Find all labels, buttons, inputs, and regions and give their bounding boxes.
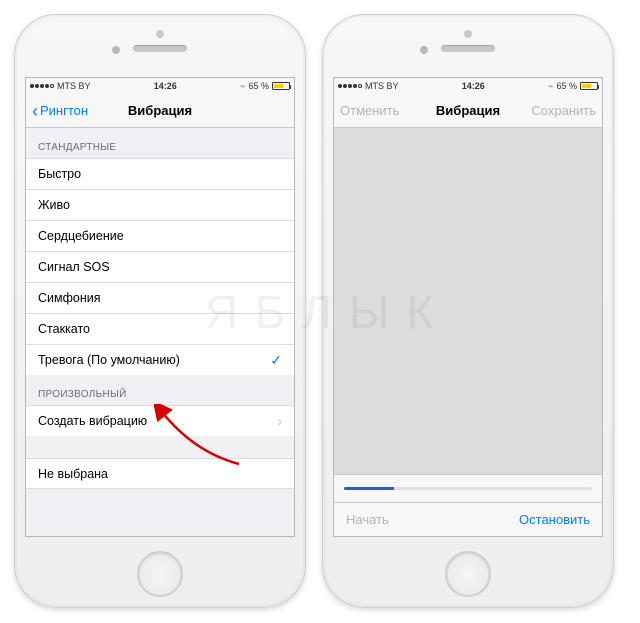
bluetooth-icon: ⌁ bbox=[548, 81, 553, 92]
list-item-label: Сердцебиение bbox=[38, 229, 124, 243]
battery-icon bbox=[580, 82, 598, 90]
cancel-button[interactable]: Отменить bbox=[340, 103, 399, 118]
clock-label: 14:26 bbox=[462, 81, 485, 91]
editor-toolbar: Начать Остановить bbox=[334, 502, 602, 536]
nav-bar: ‹ Рингтон Вибрация bbox=[26, 94, 294, 128]
back-label: Рингтон bbox=[40, 103, 88, 118]
list-item-label: Быстро bbox=[38, 167, 81, 181]
list-item-label: Симфония bbox=[38, 291, 101, 305]
progress-track bbox=[344, 487, 592, 490]
list-item-selected[interactable]: Тревога (По умолчанию) ✓ bbox=[26, 344, 294, 375]
list-content[interactable]: СТАНДАРТНЫЕ Быстро Живо Сердцебиение Сиг… bbox=[26, 128, 294, 536]
battery-pct-label: 65 % bbox=[248, 81, 269, 91]
speaker-grille bbox=[441, 45, 495, 52]
nav-bar: Отменить Вибрация Сохранить bbox=[334, 94, 602, 128]
list-item-label: Живо bbox=[38, 198, 70, 212]
signal-dots-icon bbox=[338, 84, 362, 88]
clock-label: 14:26 bbox=[154, 81, 177, 91]
sensor-dot bbox=[464, 30, 472, 38]
list-item[interactable]: Симфония bbox=[26, 282, 294, 313]
battery-pct-label: 65 % bbox=[556, 81, 577, 91]
phone-left: MTS BY 14:26 ⌁ 65 % ‹ Рингтон Вибрация С… bbox=[14, 14, 306, 608]
list-item[interactable]: Стаккато bbox=[26, 313, 294, 344]
none-label: Не выбрана bbox=[38, 467, 108, 481]
list-item-label: Тревога (По умолчанию) bbox=[38, 353, 180, 367]
list-item-label: Сигнал SOS bbox=[38, 260, 110, 274]
front-camera bbox=[420, 46, 428, 54]
status-bar: MTS BY 14:26 ⌁ 65 % bbox=[26, 78, 294, 94]
progress-row bbox=[334, 474, 602, 502]
stop-button[interactable]: Остановить bbox=[519, 512, 590, 527]
chevron-right-icon: › bbox=[277, 413, 282, 429]
list-item[interactable]: Сердцебиение bbox=[26, 220, 294, 251]
battery-icon bbox=[272, 82, 290, 90]
screen-vibration-editor: MTS BY 14:26 ⌁ 65 % Отменить Вибрация Со… bbox=[333, 77, 603, 537]
signal-dots-icon bbox=[30, 84, 54, 88]
phone-right: MTS BY 14:26 ⌁ 65 % Отменить Вибрация Со… bbox=[322, 14, 614, 608]
speaker-grille bbox=[133, 45, 187, 52]
create-vibration-button[interactable]: Создать вибрацию › bbox=[26, 405, 294, 436]
progress-fill bbox=[344, 487, 394, 490]
status-bar: MTS BY 14:26 ⌁ 65 % bbox=[334, 78, 602, 94]
save-button[interactable]: Сохранить bbox=[531, 103, 596, 118]
none-item[interactable]: Не выбрана bbox=[26, 458, 294, 489]
carrier-label: MTS BY bbox=[57, 81, 91, 91]
home-button[interactable] bbox=[445, 551, 491, 597]
check-icon: ✓ bbox=[270, 352, 282, 369]
bluetooth-icon: ⌁ bbox=[240, 81, 245, 92]
create-vibration-label: Создать вибрацию bbox=[38, 414, 147, 428]
vibration-tap-area[interactable] bbox=[334, 128, 602, 474]
front-camera bbox=[112, 46, 120, 54]
chevron-left-icon: ‹ bbox=[32, 102, 38, 120]
carrier-label: MTS BY bbox=[365, 81, 399, 91]
sensor-dot bbox=[156, 30, 164, 38]
list-item-label: Стаккато bbox=[38, 322, 90, 336]
back-button[interactable]: ‹ Рингтон bbox=[32, 102, 88, 120]
home-button[interactable] bbox=[137, 551, 183, 597]
start-button[interactable]: Начать bbox=[346, 512, 389, 527]
screen-vibration-list: MTS BY 14:26 ⌁ 65 % ‹ Рингтон Вибрация С… bbox=[25, 77, 295, 537]
list-item[interactable]: Живо bbox=[26, 189, 294, 220]
group-header-custom: ПРОИЗВОЛЬНЫЙ bbox=[26, 375, 294, 405]
list-item[interactable]: Сигнал SOS bbox=[26, 251, 294, 282]
group-header-standard: СТАНДАРТНЫЕ bbox=[26, 128, 294, 158]
list-item[interactable]: Быстро bbox=[26, 158, 294, 189]
